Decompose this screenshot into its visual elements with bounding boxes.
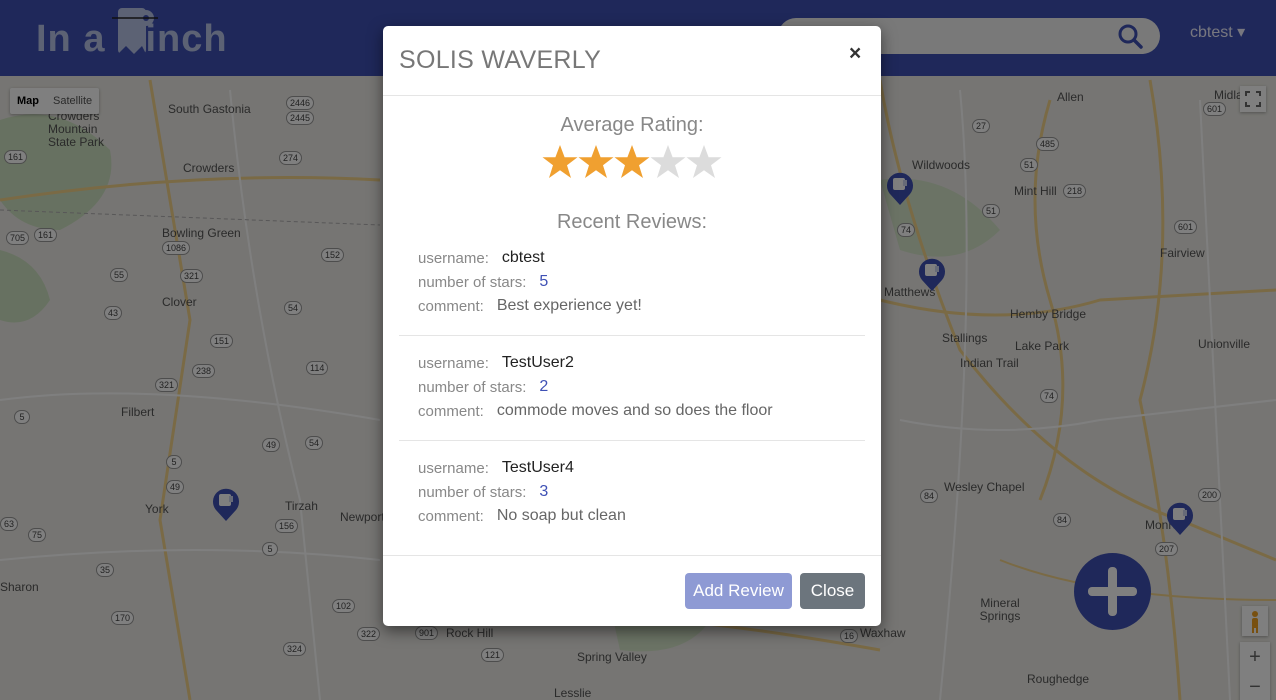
username-label: username: xyxy=(418,354,489,372)
review-stars: 3 xyxy=(539,483,549,500)
review-comment: commode moves and so does the floor xyxy=(496,402,773,419)
review-divider xyxy=(399,335,865,336)
modal-header: SOLIS WAVERLY × xyxy=(383,26,881,96)
close-icon[interactable]: × xyxy=(849,42,861,66)
modal-footer: Add Review Close xyxy=(383,555,881,626)
star-empty-icon xyxy=(686,145,722,178)
average-rating-label: Average Rating: xyxy=(560,114,704,136)
review-comment: No soap but clean xyxy=(496,507,626,524)
username-label: username: xyxy=(418,459,489,477)
review-item: username: cbtest number of stars: 5 commen… xyxy=(399,246,865,318)
modal-body: Average Rating: Recent Reviews: username… xyxy=(383,96,881,555)
stars-label: number of stars: xyxy=(418,273,527,291)
close-button[interactable]: Close xyxy=(800,573,865,609)
review-username: TestUser2 xyxy=(501,354,574,371)
stars-label: number of stars: xyxy=(418,483,527,501)
recent-reviews-label: Recent Reviews: xyxy=(556,211,708,233)
review-divider xyxy=(399,440,865,441)
modal-title: SOLIS WAVERLY xyxy=(399,46,602,74)
add-review-button[interactable]: Add Review xyxy=(685,573,792,609)
star-rating xyxy=(542,144,722,180)
star-filled-icon xyxy=(578,145,614,178)
comment-label: comment: xyxy=(418,297,484,315)
comment-label: comment: xyxy=(418,507,484,525)
stars-label: number of stars: xyxy=(418,378,527,396)
star-filled-icon xyxy=(542,145,578,178)
review-username: TestUser4 xyxy=(501,459,574,476)
reviews-modal: SOLIS WAVERLY × Average Rating: Recent R… xyxy=(383,26,881,626)
comment-label: comment: xyxy=(418,402,484,420)
review-username: cbtest xyxy=(501,249,545,266)
review-stars: 2 xyxy=(539,378,549,395)
review-stars: 5 xyxy=(539,273,549,290)
star-filled-icon xyxy=(614,145,650,178)
username-label: username: xyxy=(418,249,489,267)
review-item: username: TestUser2 number of stars: 2 com… xyxy=(399,351,865,423)
review-comment: Best experience yet! xyxy=(496,297,642,314)
star-empty-icon xyxy=(650,145,686,178)
review-item: username: TestUser4 number of stars: 3 com… xyxy=(399,456,865,528)
